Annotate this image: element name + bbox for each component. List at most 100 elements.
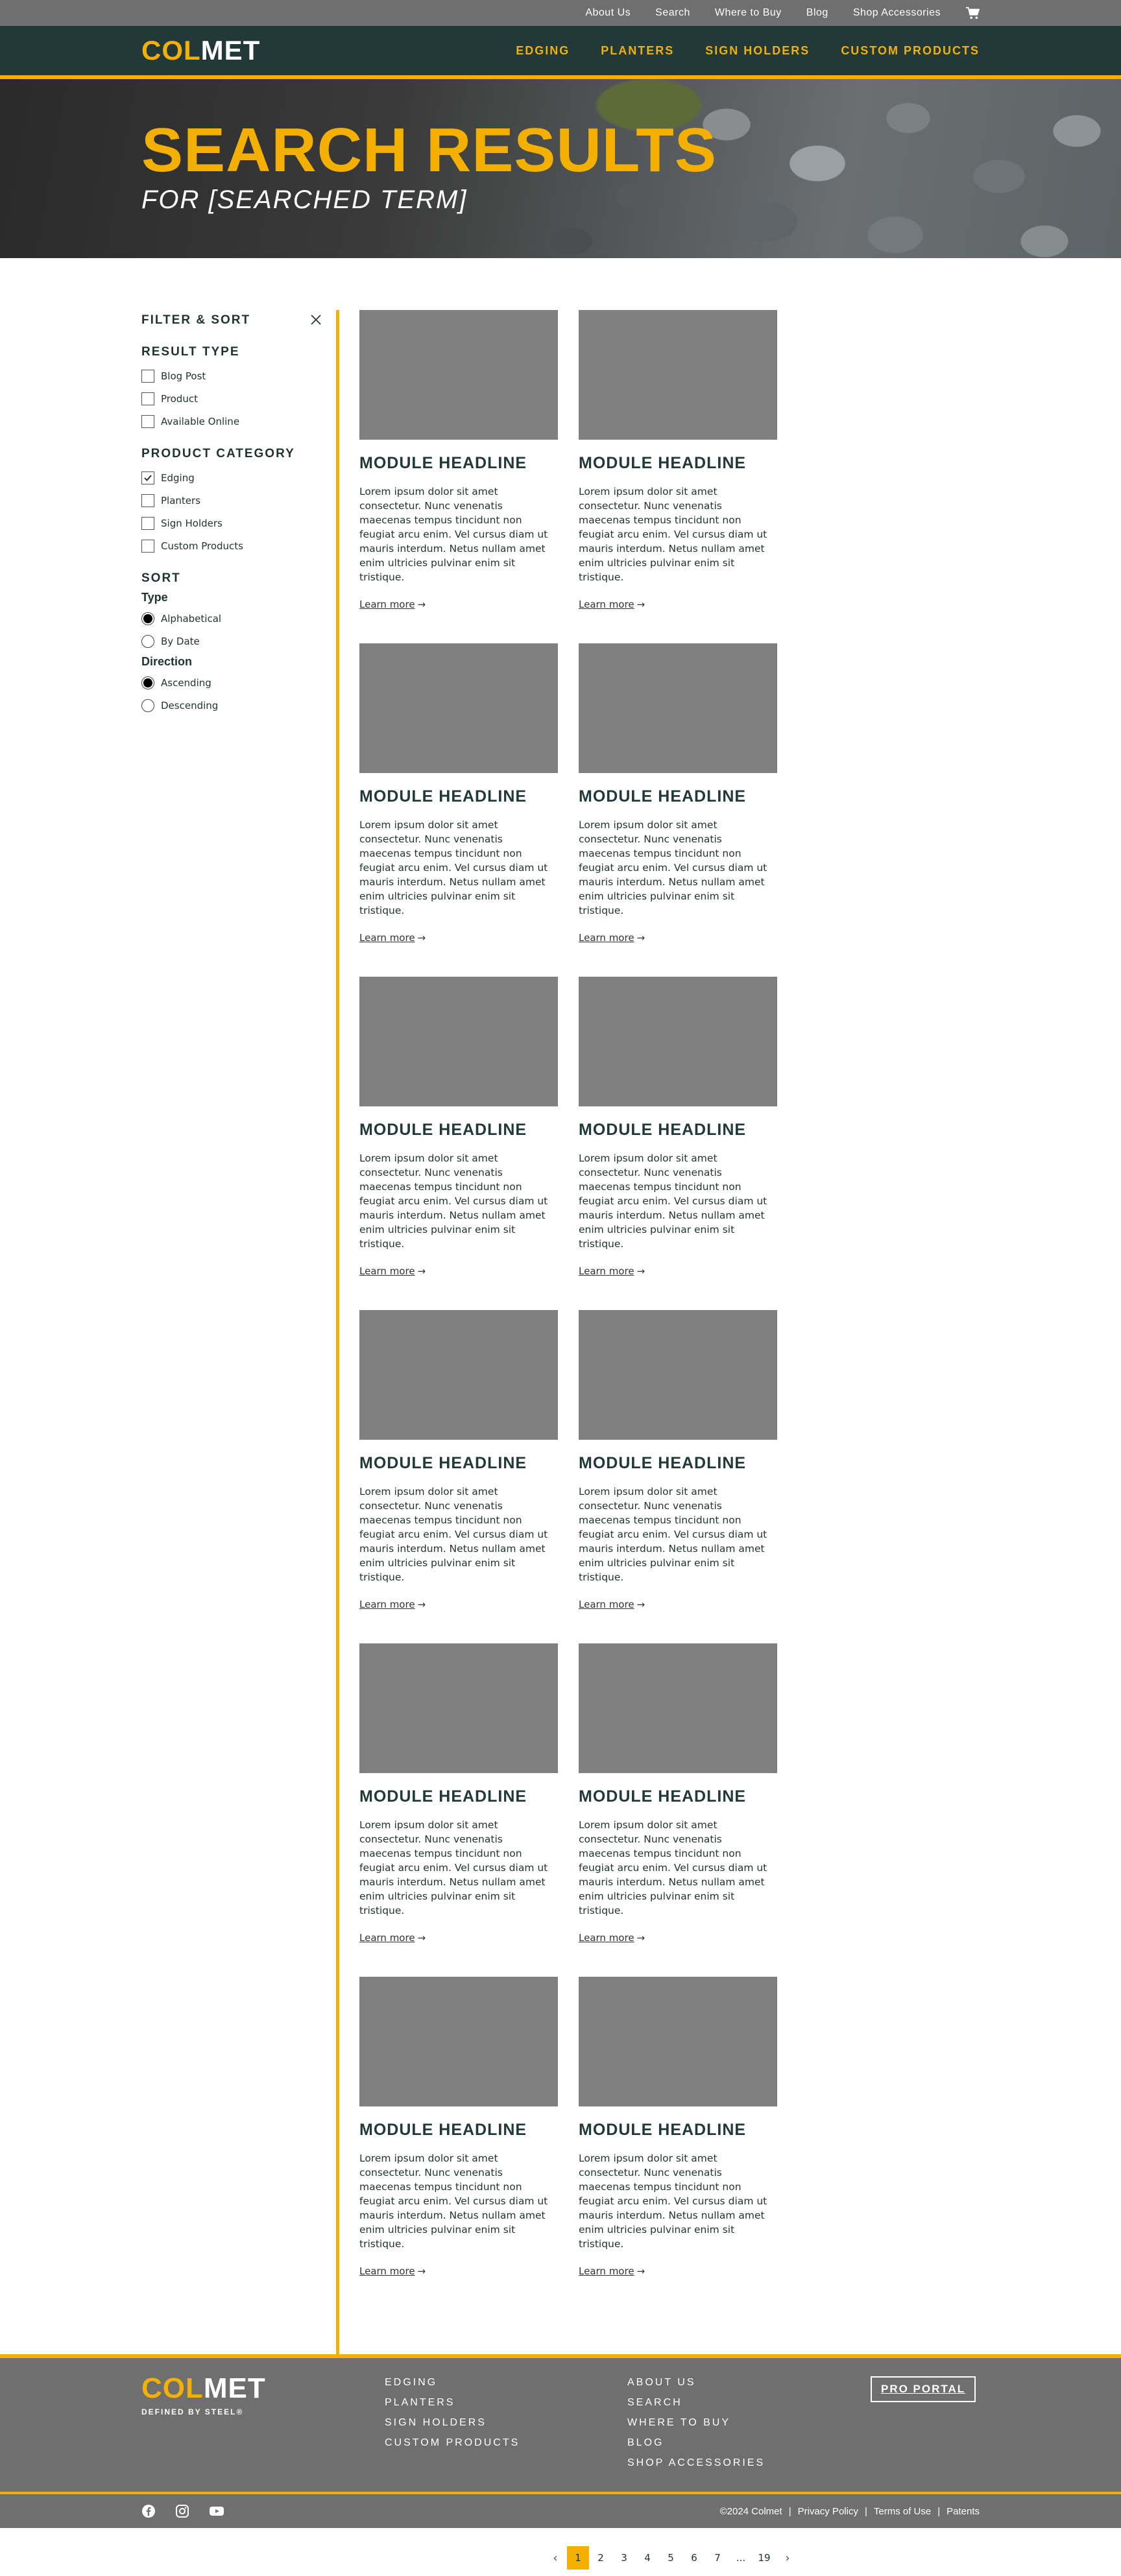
nav-planters[interactable]: PLANTERS xyxy=(601,44,674,58)
learn-more-link[interactable]: Learn more → xyxy=(359,932,426,944)
card-body: Lorem ipsum dolor sit amet consectetur. … xyxy=(579,486,767,583)
page-number[interactable]: 1 xyxy=(567,2546,589,2570)
utility-link-where-to-buy[interactable]: Where to Buy xyxy=(715,7,782,19)
chevron-left-icon[interactable]: ‹ xyxy=(544,2546,567,2570)
page-subtitle: FOR [SEARCHED TERM] xyxy=(141,185,468,214)
learn-more-link[interactable]: Learn more → xyxy=(579,1599,645,1610)
learn-more-label: Learn more xyxy=(359,1265,415,1277)
card-image-placeholder[interactable] xyxy=(579,1977,777,2106)
page-number[interactable]: 4 xyxy=(636,2546,659,2570)
page-title: SEARCH RESULTS xyxy=(141,115,717,185)
filter-blog-post[interactable]: Blog Post xyxy=(141,364,322,387)
result-card: MODULE HEADLINE Lorem ipsum dolor sit ame… xyxy=(579,977,777,1310)
page-number[interactable]: 2 xyxy=(589,2546,612,2570)
card-image-placeholder[interactable] xyxy=(579,643,777,773)
sort-by-date[interactable]: By Date xyxy=(141,630,322,652)
instagram-icon[interactable] xyxy=(175,2504,189,2518)
cart-icon[interactable] xyxy=(965,6,980,19)
facebook-icon[interactable] xyxy=(141,2504,156,2518)
page-number[interactable]: 3 xyxy=(612,2546,636,2570)
checkbox[interactable] xyxy=(141,414,154,428)
learn-more-link[interactable]: Learn more → xyxy=(359,1599,426,1610)
radio-selected[interactable] xyxy=(141,612,154,625)
sort-label: By Date xyxy=(161,635,200,647)
card-image-placeholder[interactable] xyxy=(579,310,777,440)
footer-link-about[interactable]: ABOUT US xyxy=(627,2372,765,2392)
utility-link-shop-accessories[interactable]: Shop Accessories xyxy=(853,7,941,19)
learn-more-link[interactable]: Learn more → xyxy=(579,1932,645,1944)
card-image-placeholder[interactable] xyxy=(359,977,558,1106)
terms-of-use-link[interactable]: Terms of Use xyxy=(874,2506,931,2517)
checkbox[interactable] xyxy=(141,494,154,507)
sort-alphabetical[interactable]: Alphabetical xyxy=(141,607,322,630)
card-image-placeholder[interactable] xyxy=(579,1310,777,1440)
card-image-placeholder[interactable] xyxy=(359,643,558,773)
logo-part-col: COL xyxy=(141,2372,204,2404)
learn-more-link[interactable]: Learn more → xyxy=(579,1265,645,1277)
footer-link-where-to-buy[interactable]: WHERE TO BUY xyxy=(627,2413,765,2433)
page-number[interactable]: 19 xyxy=(753,2546,776,2570)
privacy-policy-link[interactable]: Privacy Policy xyxy=(798,2506,858,2517)
separator: | xyxy=(864,2505,867,2517)
filter-label: Sign Holders xyxy=(161,517,223,529)
filter-product[interactable]: Product xyxy=(141,387,322,410)
nav-sign-holders[interactable]: SIGN HOLDERS xyxy=(705,44,810,58)
card-body: Lorem ipsum dolor sit amet consectetur. … xyxy=(579,1819,767,1916)
footer-link-edging[interactable]: EDGING xyxy=(385,2372,520,2392)
radio[interactable] xyxy=(141,698,154,712)
radio-selected[interactable] xyxy=(141,676,154,689)
card-headline: MODULE HEADLINE xyxy=(579,787,747,805)
page-number[interactable]: 7 xyxy=(706,2546,729,2570)
nav-custom-products[interactable]: CUSTOM PRODUCTS xyxy=(841,44,980,58)
learn-more-link[interactable]: Learn more → xyxy=(359,599,426,610)
radio[interactable] xyxy=(141,634,154,648)
footer-logo[interactable]: COL MET xyxy=(141,2372,266,2405)
footer-link-blog[interactable]: BLOG xyxy=(627,2433,765,2453)
footer-link-planters[interactable]: PLANTERS xyxy=(385,2392,520,2413)
patents-link[interactable]: Patents xyxy=(946,2506,980,2517)
card-headline: MODULE HEADLINE xyxy=(359,1121,527,1139)
arrow-right-icon: → xyxy=(636,1265,645,1277)
learn-more-link[interactable]: Learn more → xyxy=(579,599,645,610)
filter-planters[interactable]: Planters xyxy=(141,489,322,512)
filter-available-online[interactable]: Available Online xyxy=(141,410,322,433)
learn-more-link[interactable]: Learn more → xyxy=(359,2265,426,2277)
checkbox[interactable] xyxy=(141,392,154,405)
page-number[interactable]: 5 xyxy=(659,2546,682,2570)
card-image-placeholder[interactable] xyxy=(359,1977,558,2106)
checkbox[interactable] xyxy=(141,369,154,383)
sort-descending[interactable]: Descending xyxy=(141,694,322,717)
learn-more-link[interactable]: Learn more → xyxy=(579,2265,645,2277)
close-icon[interactable] xyxy=(310,313,322,328)
footer-link-search[interactable]: SEARCH xyxy=(627,2392,765,2413)
utility-link-blog[interactable]: Blog xyxy=(806,7,828,19)
filter-sign-holders[interactable]: Sign Holders xyxy=(141,512,322,534)
footer-link-custom-products[interactable]: CUSTOM PRODUCTS xyxy=(385,2433,520,2453)
learn-more-link[interactable]: Learn more → xyxy=(359,1265,426,1277)
filter-edging[interactable]: Edging xyxy=(141,466,322,489)
chevron-right-icon[interactable]: › xyxy=(776,2546,799,2570)
footer-link-shop-accessories[interactable]: SHOP ACCESSORIES xyxy=(627,2453,765,2473)
card-image-placeholder[interactable] xyxy=(579,977,777,1106)
learn-more-link[interactable]: Learn more → xyxy=(579,932,645,944)
utility-link-about[interactable]: About Us xyxy=(585,7,631,19)
checkbox-checked[interactable] xyxy=(141,471,154,484)
pro-portal-button[interactable]: PRO PORTAL xyxy=(871,2376,976,2402)
utility-link-search[interactable]: Search xyxy=(655,7,690,19)
sort-ascending[interactable]: Ascending xyxy=(141,671,322,694)
card-image-placeholder[interactable] xyxy=(359,1643,558,1773)
checkbox[interactable] xyxy=(141,516,154,530)
colmet-logo[interactable]: COL MET xyxy=(141,35,260,66)
card-image-placeholder[interactable] xyxy=(579,1643,777,1773)
hero-banner: SEARCH RESULTS FOR [SEARCHED TERM] xyxy=(0,79,1121,258)
nav-edging[interactable]: EDGING xyxy=(516,44,570,58)
footer-link-sign-holders[interactable]: SIGN HOLDERS xyxy=(385,2413,520,2433)
checkbox[interactable] xyxy=(141,539,154,553)
learn-more-link[interactable]: Learn more → xyxy=(359,1932,426,1944)
card-image-placeholder[interactable] xyxy=(359,310,558,440)
filter-label: Edging xyxy=(161,471,195,484)
filter-custom-products[interactable]: Custom Products xyxy=(141,534,322,557)
page-number[interactable]: 6 xyxy=(682,2546,706,2570)
youtube-icon[interactable] xyxy=(209,2504,224,2518)
card-image-placeholder[interactable] xyxy=(359,1310,558,1440)
